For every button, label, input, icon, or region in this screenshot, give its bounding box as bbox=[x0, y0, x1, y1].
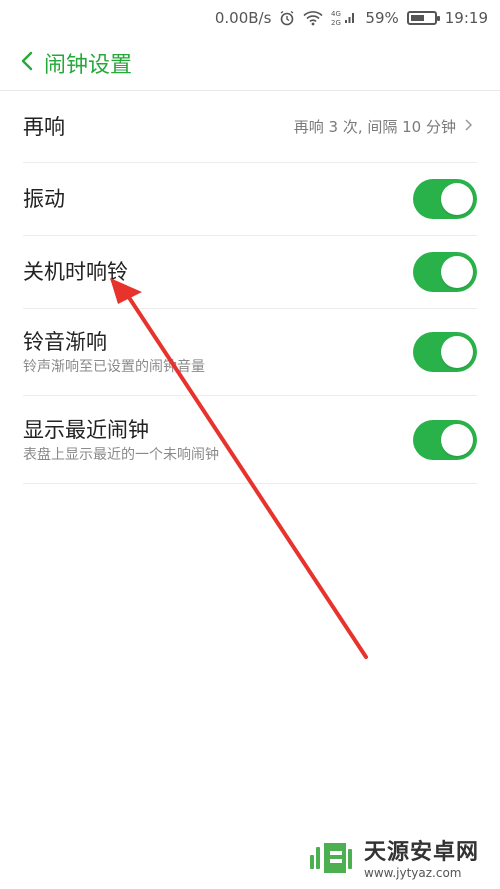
ring-when-off-toggle[interactable] bbox=[413, 252, 477, 292]
svg-text:4G: 4G bbox=[331, 10, 341, 18]
toggle-knob bbox=[441, 183, 473, 215]
app-header: 闹钟设置 bbox=[0, 36, 500, 90]
settings-list: 再响 再响 3 次, 间隔 10 分钟 振动 关机时响铃 铃音渐响 铃声渐响至已… bbox=[0, 91, 500, 484]
setting-title: 再响 bbox=[23, 114, 65, 139]
svg-text:2G: 2G bbox=[331, 19, 341, 27]
chevron-right-icon bbox=[464, 118, 473, 136]
status-bar: 0.00B/s 4G 2G 59% 19:19 bbox=[0, 0, 500, 36]
toggle-knob bbox=[441, 423, 473, 456]
setting-subtitle: 表盘上显示最近的一个未响闹钟 bbox=[23, 446, 219, 463]
battery-percent: 59% bbox=[365, 9, 399, 27]
wifi-icon bbox=[303, 10, 323, 26]
cellular-signal-icon: 4G 2G bbox=[331, 9, 357, 27]
toggle-knob bbox=[441, 256, 473, 288]
show-next-alarm-toggle[interactable] bbox=[413, 419, 477, 460]
battery-icon bbox=[406, 11, 440, 25]
vibrate-toggle[interactable] bbox=[413, 179, 477, 219]
setting-title: 关机时响铃 bbox=[23, 260, 128, 284]
snooze-value: 再响 3 次, 间隔 10 分钟 bbox=[293, 118, 456, 136]
alarm-clock-icon bbox=[279, 10, 295, 26]
toggle-knob bbox=[441, 336, 473, 368]
setting-value: 再响 3 次, 间隔 10 分钟 bbox=[294, 116, 477, 137]
chevron-left-icon bbox=[20, 50, 34, 76]
gradual-volume-toggle[interactable] bbox=[413, 332, 477, 372]
setting-ring-when-off: 关机时响铃 bbox=[23, 236, 477, 309]
setting-vibrate: 振动 bbox=[23, 163, 477, 236]
page-title: 闹钟设置 bbox=[44, 53, 133, 78]
setting-subtitle: 铃声渐响至已设置的闹钟音量 bbox=[23, 359, 205, 375]
setting-title: 振动 bbox=[23, 187, 65, 211]
back-button[interactable] bbox=[20, 48, 42, 78]
watermark-name: 天源安卓网 bbox=[364, 840, 480, 865]
clock: 19:19 bbox=[444, 9, 488, 27]
setting-snooze[interactable]: 再响 再响 3 次, 间隔 10 分钟 bbox=[23, 91, 477, 163]
setting-show-next-alarm: 显示最近闹钟 表盘上显示最近的一个未响闹钟 bbox=[23, 396, 477, 484]
watermark-logo-icon bbox=[308, 835, 358, 885]
setting-gradual-volume: 铃音渐响 铃声渐响至已设置的闹钟音量 bbox=[23, 309, 477, 396]
watermark: 天源安卓网 www.jytyaz.com bbox=[308, 832, 498, 888]
network-speed: 0.00B/s bbox=[214, 9, 272, 27]
setting-title: 铃音渐响 bbox=[23, 330, 107, 354]
setting-title: 显示最近闹钟 bbox=[23, 417, 149, 442]
watermark-url: www.jytyaz.com bbox=[364, 866, 462, 880]
